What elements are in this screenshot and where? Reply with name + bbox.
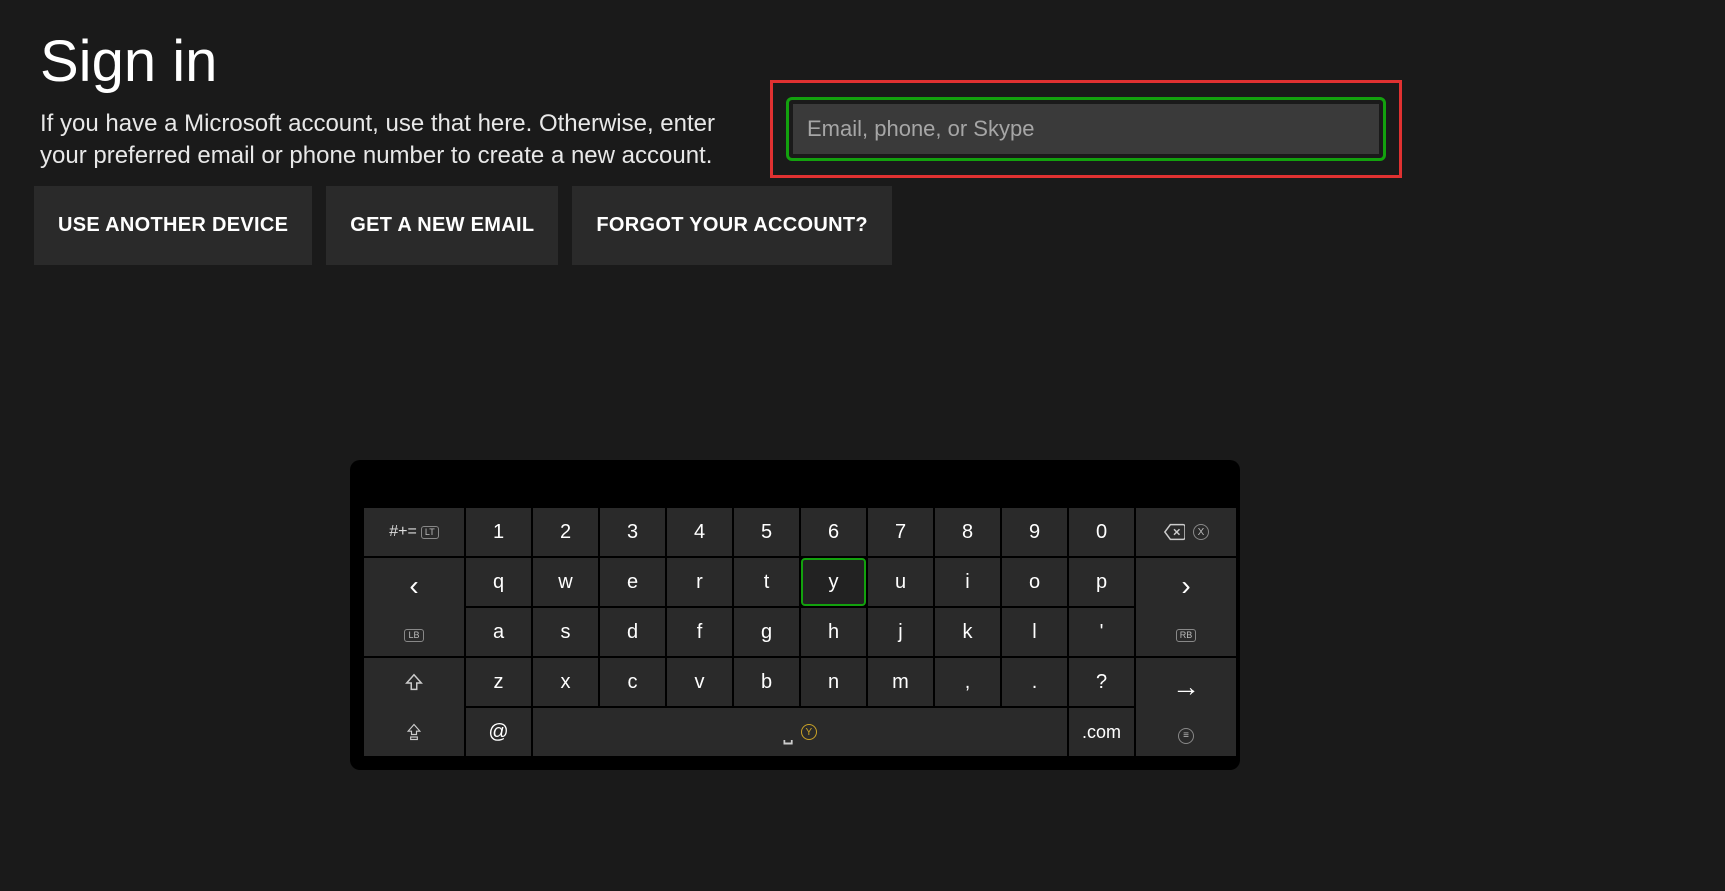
- key-i[interactable]: i: [935, 558, 1000, 606]
- arrow-right-icon: →: [1172, 671, 1200, 703]
- key-q[interactable]: q: [466, 558, 531, 606]
- lt-badge: LT: [421, 526, 439, 539]
- key-z[interactable]: z: [466, 658, 531, 706]
- key-4[interactable]: 4: [667, 508, 732, 556]
- forgot-account-button[interactable]: FORGOT YOUR ACCOUNT?: [572, 186, 892, 265]
- key-dotcom[interactable]: .com: [1069, 708, 1134, 756]
- shift-up-icon: [403, 672, 425, 694]
- key-b[interactable]: b: [734, 658, 799, 706]
- key-a[interactable]: a: [466, 608, 531, 656]
- key-x[interactable]: x: [533, 658, 598, 706]
- email-input[interactable]: [793, 104, 1379, 154]
- key-9[interactable]: 9: [1002, 508, 1067, 556]
- symbol-mode-label: #+=: [389, 523, 417, 541]
- key-6[interactable]: 6: [801, 508, 866, 556]
- key-e[interactable]: e: [600, 558, 665, 606]
- key-d[interactable]: d: [600, 608, 665, 656]
- page-title: Sign in: [40, 28, 217, 95]
- key-j[interactable]: j: [868, 608, 933, 656]
- menu-badge-icon: ≡: [1178, 728, 1194, 744]
- rb-badge: RB: [1176, 629, 1197, 642]
- key-2[interactable]: 2: [533, 508, 598, 556]
- chevron-right-icon: ›: [1181, 572, 1190, 600]
- key-n[interactable]: n: [801, 658, 866, 706]
- key-v[interactable]: v: [667, 658, 732, 706]
- key-at[interactable]: @: [466, 708, 531, 756]
- key-7[interactable]: 7: [868, 508, 933, 556]
- shift-key[interactable]: [364, 658, 464, 756]
- symbol-mode-key[interactable]: #+= LT: [364, 508, 464, 556]
- key-8[interactable]: 8: [935, 508, 1000, 556]
- key-c[interactable]: c: [600, 658, 665, 706]
- key-.[interactable]: .: [1002, 658, 1067, 706]
- key-g[interactable]: g: [734, 608, 799, 656]
- key-,[interactable]: ,: [935, 658, 1000, 706]
- lb-badge: LB: [404, 629, 423, 642]
- action-button-row: USE ANOTHER DEVICE GET A NEW EMAIL FORGO…: [34, 186, 892, 265]
- page-subtitle: If you have a Microsoft account, use tha…: [40, 108, 740, 173]
- key-5[interactable]: 5: [734, 508, 799, 556]
- key-p[interactable]: p: [1069, 558, 1134, 606]
- key-h[interactable]: h: [801, 608, 866, 656]
- use-another-device-button[interactable]: USE ANOTHER DEVICE: [34, 186, 312, 265]
- key-u[interactable]: u: [868, 558, 933, 606]
- key-k[interactable]: k: [935, 608, 1000, 656]
- key-w[interactable]: w: [533, 558, 598, 606]
- backspace-icon: [1163, 521, 1185, 543]
- space-icon: ⎵: [783, 718, 791, 746]
- key-1[interactable]: 1: [466, 508, 531, 556]
- get-new-email-button[interactable]: GET A NEW EMAIL: [326, 186, 558, 265]
- caps-lock-icon: [404, 722, 424, 742]
- key-m[interactable]: m: [868, 658, 933, 706]
- space-key[interactable]: ⎵ Y: [533, 708, 1067, 756]
- y-badge: Y: [801, 724, 817, 740]
- key-3[interactable]: 3: [600, 508, 665, 556]
- email-input-frame: [786, 97, 1386, 161]
- key-?[interactable]: ?: [1069, 658, 1134, 706]
- chevron-left-icon: ‹: [409, 572, 418, 600]
- key-l[interactable]: l: [1002, 608, 1067, 656]
- on-screen-keyboard: #+= LT X ‹ LB › RB: [350, 460, 1240, 770]
- key-0[interactable]: 0: [1069, 508, 1134, 556]
- key-'[interactable]: ': [1069, 608, 1134, 656]
- email-input-focus-highlight: [770, 80, 1402, 178]
- key-t[interactable]: t: [734, 558, 799, 606]
- key-s[interactable]: s: [533, 608, 598, 656]
- key-o[interactable]: o: [1002, 558, 1067, 606]
- enter-key[interactable]: → ≡: [1136, 658, 1236, 756]
- cursor-right-key[interactable]: › RB: [1136, 558, 1236, 656]
- key-r[interactable]: r: [667, 558, 732, 606]
- backspace-key[interactable]: X: [1136, 508, 1236, 556]
- x-badge: X: [1193, 524, 1209, 540]
- key-f[interactable]: f: [667, 608, 732, 656]
- cursor-left-key[interactable]: ‹ LB: [364, 558, 464, 656]
- key-y[interactable]: y: [801, 558, 866, 606]
